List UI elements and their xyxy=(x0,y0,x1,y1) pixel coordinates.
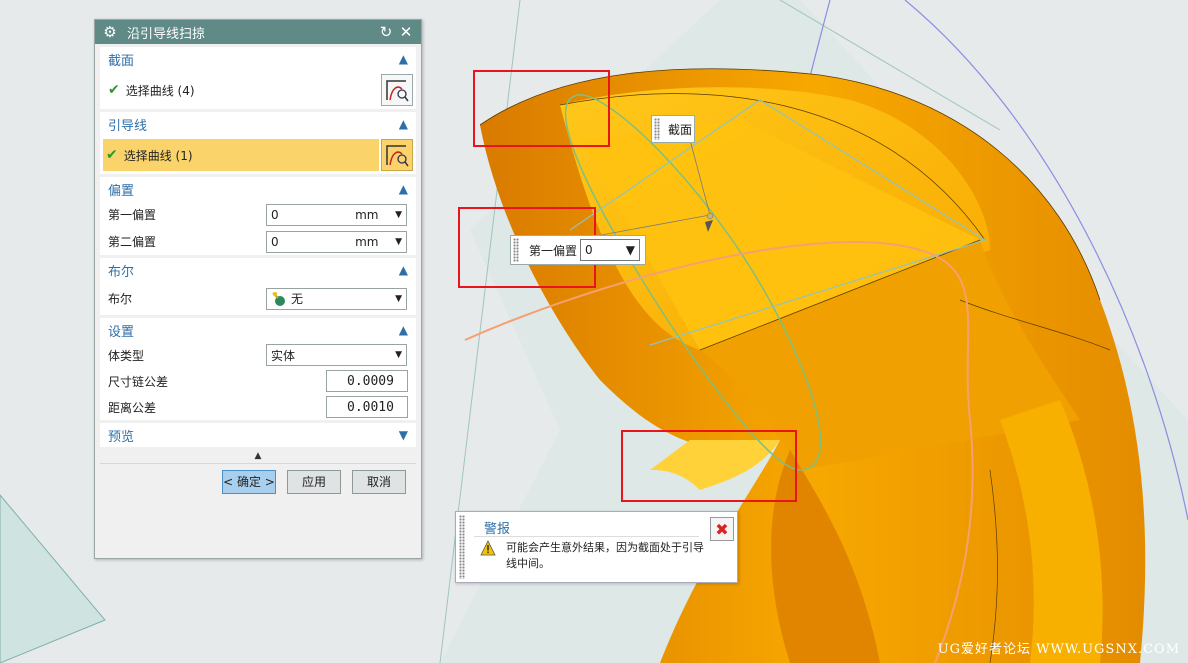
boolean-label: 布尔 xyxy=(108,292,133,306)
guide-group: 引导线 ▲ ✔ 选择曲线 (1) xyxy=(100,112,416,174)
chevron-up-icon[interactable]: ▲ xyxy=(399,117,408,131)
chevron-up-icon[interactable]: ▲ xyxy=(399,263,408,277)
cancel-button[interactable]: 取消 xyxy=(352,469,406,494)
warning-message: 可能会产生意外结果，因为截面处于引导线中间。 xyxy=(506,541,704,570)
chevron-up-icon[interactable]: ▲ xyxy=(399,52,408,66)
collapse-arrow-icon[interactable]: ▲ xyxy=(95,449,421,463)
warning-title: 警报 xyxy=(484,522,511,537)
section-tag[interactable]: 截面 xyxy=(651,115,695,143)
guide-select-label: 选择曲线 (1) xyxy=(123,148,193,163)
warning-popup: 警报 可能会产生意外结果，因为截面处于引导线中间。 ✖ xyxy=(455,511,738,583)
boolean-none-icon xyxy=(271,291,287,307)
guide-select-row[interactable]: ✔ 选择曲线 (1) xyxy=(100,136,416,174)
section-group: 截面 ▲ ✔ 选择曲线 (4) xyxy=(100,47,416,109)
curve-select-icon xyxy=(386,145,409,167)
dialog-title-bar[interactable]: ⚙ 沿引导线扫掠 ↻ ✕ xyxy=(95,20,421,44)
apply-button[interactable]: 应用 xyxy=(287,469,341,494)
offset-tag-input[interactable]: 0 ▼ xyxy=(580,239,641,261)
offset-tag[interactable]: 第一偏置 0 ▼ xyxy=(510,235,646,265)
section-tag-label: 截面 xyxy=(668,122,693,137)
close-icon[interactable]: ✕ xyxy=(397,23,415,41)
body-type-value: 实体 xyxy=(271,348,296,363)
chevron-down-icon[interactable]: ▼ xyxy=(395,350,402,360)
offset-group: 偏置 ▲ 第一偏置 0 mm ▼ 第二偏置 0 mm ▼ xyxy=(100,177,416,255)
ok-button[interactable]: < 确定 > xyxy=(222,469,276,494)
chain-tolerance-label: 尺寸链公差 xyxy=(108,374,169,389)
offset-tag-value: 0 xyxy=(585,243,593,257)
distance-tolerance-input[interactable]: 0.0010 xyxy=(326,396,408,418)
distance-tolerance-value: 0.0010 xyxy=(347,399,394,415)
drag-handle[interactable] xyxy=(459,515,465,579)
guide-header[interactable]: 引导线 ▲ xyxy=(100,112,416,136)
chevron-down-icon[interactable]: ▼ xyxy=(395,237,402,247)
dialog-footer: < 确定 > 应用 取消 xyxy=(100,463,416,499)
chevron-up-icon[interactable]: ▲ xyxy=(399,323,408,337)
watermark: UG爱好者论坛 WWW.UGSNX.COM xyxy=(937,642,1180,657)
gear-icon[interactable]: ⚙ xyxy=(101,23,119,41)
curve-select-icon xyxy=(386,80,409,102)
second-offset-label: 第二偏置 xyxy=(108,235,157,249)
sweep-along-guide-dialog: ⚙ 沿引导线扫掠 ↻ ✕ 截面 ▲ ✔ 选择曲线 (4) 引导线 ▲ ✔ 选择曲… xyxy=(94,19,422,559)
chain-tolerance-input[interactable]: 0.0009 xyxy=(326,370,408,392)
chevron-up-icon[interactable]: ▲ xyxy=(399,182,408,196)
chain-tolerance-row: 尺寸链公差 0.0009 xyxy=(100,368,416,394)
boolean-row: 布尔 无 ▼ xyxy=(100,282,416,315)
settings-header[interactable]: 设置 ▲ xyxy=(100,318,416,342)
section-select-label: 选择曲线 (4) xyxy=(125,83,195,98)
first-offset-input[interactable]: 0 mm ▼ xyxy=(266,203,407,226)
distance-tolerance-row: 距离公差 0.0010 xyxy=(100,394,416,420)
second-offset-unit: mm xyxy=(355,234,379,249)
close-icon[interactable]: ✖ xyxy=(710,517,734,541)
boolean-value: 无 xyxy=(291,292,304,306)
second-offset-input[interactable]: 0 mm ▼ xyxy=(266,230,407,253)
offset-header[interactable]: 偏置 ▲ xyxy=(100,177,416,201)
first-offset-value: 0 xyxy=(271,207,279,222)
check-icon: ✔ xyxy=(108,82,120,98)
first-offset-row: 第一偏置 0 mm ▼ xyxy=(100,201,416,228)
first-offset-label: 第一偏置 xyxy=(108,208,157,222)
second-offset-value: 0 xyxy=(271,234,279,249)
boolean-header-label: 布尔 xyxy=(108,264,135,280)
boolean-header[interactable]: 布尔 ▲ xyxy=(100,258,416,282)
chevron-down-icon[interactable]: ▼ xyxy=(395,294,402,304)
chain-tolerance-value: 0.0009 xyxy=(347,373,394,389)
preview-header-label: 预览 xyxy=(108,429,135,445)
offset-header-label: 偏置 xyxy=(108,183,135,199)
settings-group: 设置 ▲ 体类型 实体 ▼ 尺寸链公差 0.0009 距离公差 0.0010 xyxy=(100,318,416,420)
body-type-select[interactable]: 实体 ▼ xyxy=(266,344,407,366)
boolean-select[interactable]: 无 ▼ xyxy=(266,287,407,310)
chevron-down-icon[interactable]: ▼ xyxy=(399,428,408,442)
chevron-down-icon[interactable]: ▼ xyxy=(626,243,635,257)
body-type-row: 体类型 实体 ▼ xyxy=(100,342,416,368)
refresh-icon[interactable]: ↻ xyxy=(377,23,395,41)
section-header[interactable]: 截面 ▲ xyxy=(100,47,416,71)
drag-handle[interactable] xyxy=(654,118,660,140)
select-curve-button[interactable] xyxy=(381,74,413,106)
dialog-title: 沿引导线扫掠 xyxy=(127,26,206,42)
second-offset-row: 第二偏置 0 mm ▼ xyxy=(100,228,416,255)
body-type-label: 体类型 xyxy=(108,348,145,363)
chevron-down-icon[interactable]: ▼ xyxy=(395,210,402,220)
select-curve-button[interactable] xyxy=(381,139,413,171)
first-offset-unit: mm xyxy=(355,207,379,222)
preview-header[interactable]: 预览 ▼ xyxy=(100,423,416,447)
distance-tolerance-label: 距离公差 xyxy=(108,400,157,415)
guide-header-label: 引导线 xyxy=(108,118,148,134)
preview-group: 预览 ▼ xyxy=(100,423,416,447)
check-icon: ✔ xyxy=(106,147,118,163)
settings-header-label: 设置 xyxy=(108,324,135,340)
section-select-row[interactable]: ✔ 选择曲线 (4) xyxy=(100,71,416,109)
boolean-group: 布尔 ▲ 布尔 无 ▼ xyxy=(100,258,416,315)
warning-icon xyxy=(480,540,496,559)
section-header-label: 截面 xyxy=(108,53,135,69)
offset-tag-label: 第一偏置 xyxy=(529,243,578,258)
drag-handle[interactable] xyxy=(513,238,519,262)
